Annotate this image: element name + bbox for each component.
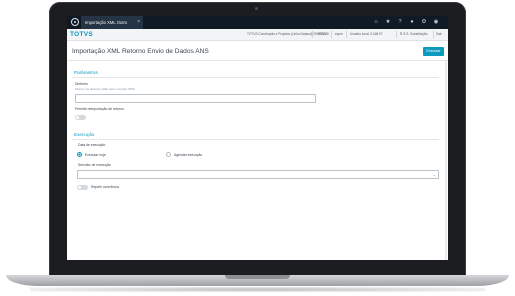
directory-label: Diretório	[75, 82, 88, 86]
schedule-label[interactable]: Agendar execução	[174, 153, 202, 157]
notifications-icon[interactable]: ●	[409, 19, 415, 25]
reimport-label: Permite reimportação de retorno	[75, 107, 124, 111]
divider	[433, 31, 434, 38]
settings-icon[interactable]: ⚙	[421, 19, 427, 25]
schedule-radio[interactable]	[166, 152, 171, 157]
host-context: Usuário local: 0.168.97	[350, 32, 383, 36]
tab-label: Importação XML Outro	[85, 20, 128, 25]
help-icon[interactable]: ?	[397, 19, 403, 25]
brand-logo: TOTVS	[70, 31, 94, 38]
execution-date-label: Data de execução	[78, 143, 106, 147]
chevron-down-icon: ⌄	[432, 172, 436, 177]
server-select[interactable]: ⌄	[77, 170, 439, 179]
divider	[346, 31, 347, 38]
camera-dot	[255, 7, 258, 10]
header-bar: TOTVS TOTVS Construção e Projetos (Linha…	[67, 29, 448, 41]
laptop-shadow	[30, 287, 485, 292]
execution-section-title: Execução	[74, 132, 95, 137]
company-context[interactable]: TOTVS Construção e Projetos (Linha Datas…	[247, 29, 328, 40]
divider	[331, 31, 332, 38]
page-title: Importação XML Retorno Envio de Dados AN…	[72, 48, 209, 55]
repeat-toggle[interactable]	[77, 185, 88, 190]
divider	[396, 31, 397, 38]
logout-link[interactable]: Sair	[436, 29, 442, 40]
star-icon[interactable]: ★	[385, 19, 391, 25]
scrollbar[interactable]	[445, 61, 447, 260]
parameters-section-title: Parâmetros	[74, 70, 98, 75]
section-divider	[72, 139, 439, 140]
run-button[interactable]: Executar	[423, 47, 444, 56]
role-context: R.S.S. Substituição	[400, 32, 428, 36]
tab-close-icon[interactable]: ×	[137, 16, 140, 29]
server-label: Servidor de execução	[78, 163, 111, 167]
app-logo-icon[interactable]	[71, 18, 79, 26]
laptop-notch	[225, 275, 290, 279]
app-screen: Importação XML Outro × ⌂ ★ ? ● ⚙ ◉ TOTVS…	[67, 16, 448, 260]
divider	[312, 31, 313, 38]
section-divider	[72, 77, 439, 78]
tab-importacao[interactable]: Importação XML Outro ×	[81, 16, 143, 29]
title-divider	[67, 60, 448, 61]
directory-help: Informe um diretório válido para o servi…	[75, 87, 135, 91]
home-icon[interactable]: ⌂	[373, 19, 379, 25]
execute-now-label[interactable]: Executar hoje	[85, 153, 106, 157]
user-context: espm	[335, 32, 343, 36]
user-icon[interactable]: ◉	[433, 19, 439, 25]
version-context: VRS/1.0	[317, 32, 329, 36]
execute-now-radio[interactable]	[77, 152, 82, 157]
top-bar: Importação XML Outro × ⌂ ★ ? ● ⚙ ◉	[67, 16, 448, 29]
reimport-toggle[interactable]	[75, 115, 86, 120]
directory-input[interactable]	[75, 94, 316, 103]
repeat-label: Repetir ocorrência	[91, 185, 119, 189]
